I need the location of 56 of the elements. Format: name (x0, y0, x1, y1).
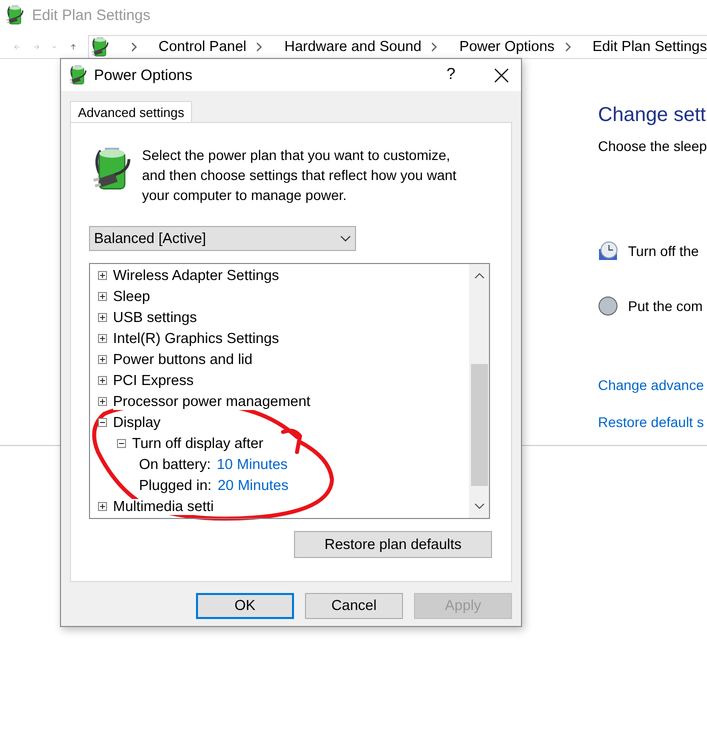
window-title: Edit Plan Settings (32, 6, 150, 24)
expand-icon[interactable] (98, 355, 107, 364)
setting-label: Plugged in: (139, 478, 212, 494)
page-heading: Change setti (598, 104, 707, 128)
expand-icon[interactable] (98, 397, 107, 406)
expand-icon[interactable] (98, 502, 107, 511)
breadcrumb-item[interactable]: Power Options (459, 39, 555, 55)
expand-icon[interactable] (98, 313, 107, 322)
dialog-button[interactable]: OK (196, 593, 294, 619)
page-description: Choose the sleep (598, 138, 707, 156)
battery-plug-icon (90, 36, 108, 58)
restore-defaults-button[interactable]: Restore plan defaults (294, 531, 492, 558)
clock-monitor-icon (598, 241, 618, 261)
close-icon[interactable] (494, 68, 508, 82)
tree-item[interactable]: Multimedia setti (113, 498, 214, 514)
collapse-icon[interactable] (117, 439, 126, 448)
chevron-right-icon (130, 41, 138, 53)
expand-icon[interactable] (98, 376, 107, 385)
tree-item[interactable]: Wireless Adapter Settings (113, 268, 280, 284)
tree-item[interactable]: PCI Express (113, 372, 194, 388)
tree-item[interactable]: Display (113, 414, 161, 430)
setting-label: Turn off the (628, 243, 699, 259)
instructions-text: Select the power plan that you want to customize, and then choose settings that reflect how you want your computer to manage power. (142, 146, 458, 201)
tree-item[interactable]: Intel(R) Graphics Settings (113, 330, 280, 346)
tree-item[interactable]: Processor power management (113, 394, 310, 410)
scroll-up-icon[interactable] (474, 272, 484, 279)
setting-value-link[interactable]: 20 Minutes (218, 478, 288, 494)
setting-label: On battery: (139, 456, 211, 472)
battery-plug-icon (69, 64, 87, 86)
breadcrumb-item[interactable]: Control Panel (158, 39, 246, 55)
battery-plug-icon (6, 4, 24, 26)
expand-icon[interactable] (98, 271, 107, 280)
tree-item[interactable]: Sleep (113, 288, 150, 304)
plan-dropdown[interactable]: Balanced [Active] (89, 226, 356, 251)
breadcrumb-item[interactable]: Hardware and Sound (284, 39, 422, 55)
tree-item[interactable]: USB settings (113, 310, 197, 326)
chevron-right-icon (430, 41, 438, 53)
scrollbar-thumb[interactable] (470, 364, 488, 486)
setting-label: Put the com (628, 298, 703, 314)
breadcrumb-item[interactable]: Edit Plan Settings (592, 39, 707, 55)
tree-item[interactable]: Turn off display after (132, 436, 264, 452)
chevron-right-icon (564, 41, 572, 53)
chevron-right-icon (255, 41, 264, 53)
dialog-button[interactable]: Cancel (305, 593, 403, 619)
chevron-down-icon (340, 235, 351, 242)
settings-link[interactable]: Change advance (598, 377, 707, 397)
help-button[interactable]: ? (428, 66, 474, 84)
expand-icon[interactable] (98, 292, 107, 301)
settings-link[interactable]: Restore default s (598, 414, 707, 434)
expand-icon[interactable] (98, 334, 107, 343)
dialog-title: Power Options (94, 66, 194, 84)
tree-item[interactable]: Power buttons and lid (113, 352, 252, 368)
scroll-down-icon[interactable] (474, 503, 484, 510)
settings-tab[interactable]: Advanced settings (70, 101, 192, 123)
collapse-icon[interactable] (98, 418, 107, 427)
setting-value-link[interactable]: 10 Minutes (216, 456, 288, 472)
